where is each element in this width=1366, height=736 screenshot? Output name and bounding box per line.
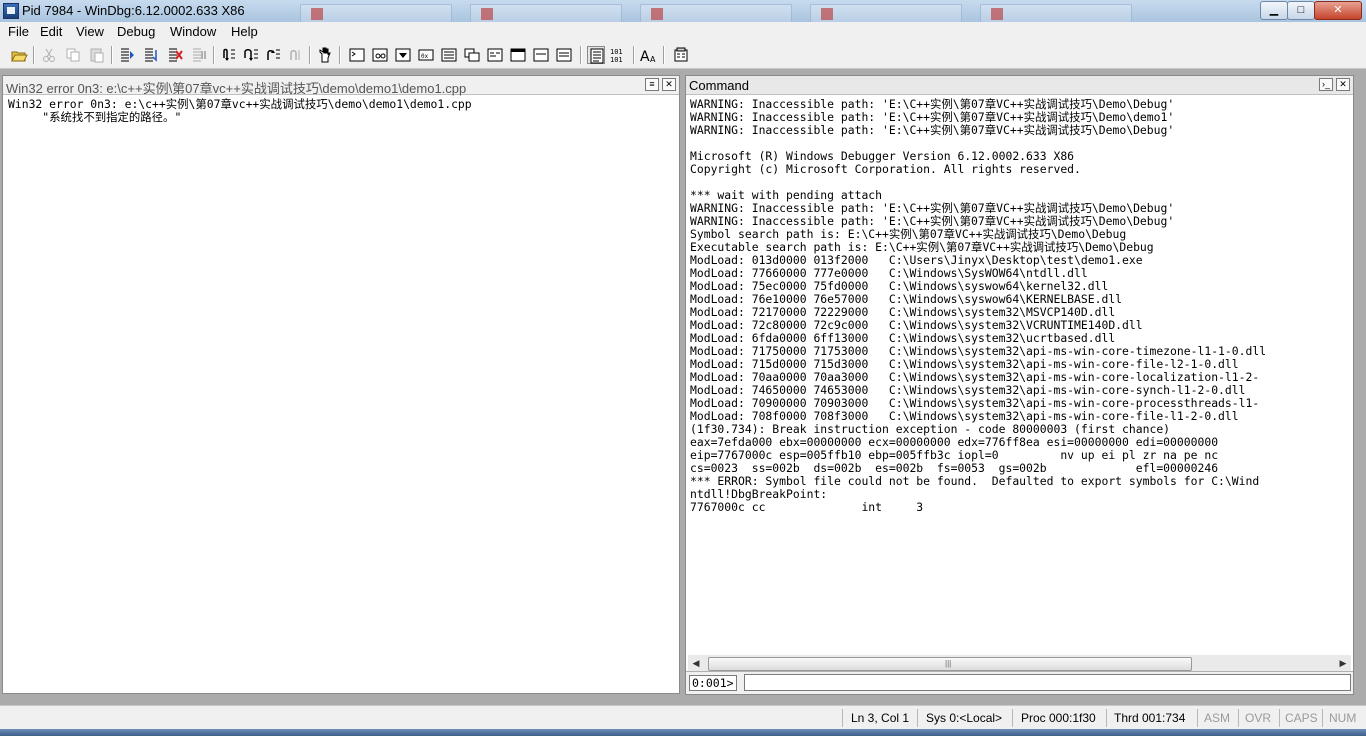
command-input[interactable] xyxy=(744,674,1351,691)
background-tab xyxy=(640,4,792,23)
options-icon[interactable] xyxy=(672,46,690,64)
source-window[interactable]: Win32 error 0n3: e:\c++实例\第07章vc++实战调试技巧… xyxy=(2,75,680,694)
status-ovr: OVR xyxy=(1245,711,1272,725)
status-thread: Thrd 001:734 xyxy=(1114,711,1186,725)
menu-debug[interactable]: Debug xyxy=(115,24,157,39)
disassembly-window-icon[interactable] xyxy=(486,46,504,64)
toolbar: 0x 101 101 AA xyxy=(0,42,1366,69)
window-title: Pid 7984 - WinDbg:6.12.0002.633 X86 xyxy=(22,3,245,18)
source-text-area[interactable]: Win32 error 0n3: e:\c++实例\第07章vc++实战调试技巧… xyxy=(8,98,472,124)
cut-icon[interactable] xyxy=(40,46,58,64)
call-stack-window-icon[interactable] xyxy=(463,46,481,64)
command-window-prompt-icon[interactable]: ›_ xyxy=(1319,78,1333,91)
watch-window-icon[interactable] xyxy=(371,46,389,64)
horizontal-scrollbar[interactable]: ◀ ||| ▶ xyxy=(688,655,1351,672)
scrollbar-thumb[interactable]: ||| xyxy=(708,657,1192,671)
command-window[interactable]: Command ›_ ✕ WARNING: Inaccessible path:… xyxy=(685,75,1354,695)
paste-icon[interactable] xyxy=(88,46,106,64)
status-line-col: Ln 3, Col 1 xyxy=(851,711,910,725)
svg-text:0x: 0x xyxy=(421,53,429,60)
registers-window-icon[interactable]: 0x xyxy=(417,46,435,64)
menu-bar: File Edit View Debug Window Help xyxy=(0,22,1366,42)
status-process: Proc 000:1f30 xyxy=(1021,711,1096,725)
command-output[interactable]: WARNING: Inaccessible path: 'E:\C++实例\第0… xyxy=(690,98,1351,636)
command-window-header: Command ›_ ✕ xyxy=(686,76,1353,95)
breakpoint-icon[interactable] xyxy=(316,46,334,64)
restart-icon[interactable] xyxy=(142,46,160,64)
memory-window-icon[interactable] xyxy=(440,46,458,64)
background-tab xyxy=(470,4,622,23)
scroll-right-icon[interactable]: ▶ xyxy=(1337,657,1349,670)
command-window-icon[interactable] xyxy=(348,46,366,64)
source-line: "系统找不到指定的路径。" xyxy=(8,110,182,124)
source-window-title: Win32 error 0n3: e:\c++实例\第07章vc++实战调试技巧… xyxy=(6,81,467,96)
grip-icon: ||| xyxy=(945,659,952,668)
output-line: 7767000c cc int 3 xyxy=(690,500,924,514)
windbg-app-icon[interactable] xyxy=(3,3,19,19)
output-line: WARNING: Inaccessible path: 'E:\C++实例\第0… xyxy=(690,123,1175,137)
background-tab xyxy=(810,4,962,23)
maximize-button[interactable]: □ xyxy=(1287,1,1315,20)
status-num: NUM xyxy=(1329,711,1357,725)
status-bar: Ln 3, Col 1 Sys 0:<Local> Proc 000:1f30 … xyxy=(0,705,1366,730)
font-icon[interactable]: AA xyxy=(640,46,658,64)
scroll-left-icon[interactable]: ◀ xyxy=(690,657,702,670)
locals-window-icon[interactable] xyxy=(394,46,412,64)
command-window-title: Command xyxy=(689,78,749,93)
close-button[interactable]: ✕ xyxy=(1314,1,1362,20)
background-tab xyxy=(300,4,452,23)
scratch-pad-icon[interactable] xyxy=(509,46,527,64)
source-mode-icon[interactable] xyxy=(587,46,605,64)
step-out-icon[interactable] xyxy=(264,46,282,64)
source-window-menu-icon[interactable]: ≡ xyxy=(645,78,659,91)
processes-threads-icon[interactable] xyxy=(532,46,550,64)
menu-view[interactable]: View xyxy=(74,24,106,39)
stop-debugging-icon[interactable] xyxy=(166,46,184,64)
title-bar: Pid 7984 - WinDbg:6.12.0002.633 X86 ▁ □ … xyxy=(0,0,1366,23)
step-into-icon[interactable] xyxy=(220,46,238,64)
menu-edit[interactable]: Edit xyxy=(38,24,64,39)
hex-mode-icon[interactable]: 101 101 xyxy=(610,46,628,64)
status-caps: CAPS xyxy=(1285,711,1318,725)
menu-window[interactable]: Window xyxy=(168,24,218,39)
svg-text:101: 101 xyxy=(610,56,623,64)
status-asm: ASM xyxy=(1204,711,1231,725)
background-tab xyxy=(980,4,1132,23)
command-browser-icon[interactable] xyxy=(555,46,573,64)
svg-text:A: A xyxy=(650,55,656,64)
command-window-close-icon[interactable]: ✕ xyxy=(1336,78,1350,91)
step-over-icon[interactable] xyxy=(242,46,260,64)
command-prompt-row: 0:001> xyxy=(686,671,1353,694)
source-window-header: Win32 error 0n3: e:\c++实例\第07章vc++实战调试技巧… xyxy=(3,76,679,96)
run-to-cursor-icon[interactable] xyxy=(287,46,305,64)
svg-text:A: A xyxy=(640,49,650,64)
status-system: Sys 0:<Local> xyxy=(926,711,1003,725)
minimize-button[interactable]: ▁ xyxy=(1260,1,1288,20)
menu-help[interactable]: Help xyxy=(229,24,260,39)
go-icon[interactable] xyxy=(118,46,136,64)
open-icon[interactable] xyxy=(10,46,28,64)
source-window-close-icon[interactable]: ✕ xyxy=(662,78,676,91)
windows-taskbar xyxy=(0,729,1366,736)
menu-file[interactable]: File xyxy=(6,24,31,39)
svg-text:101: 101 xyxy=(610,48,623,56)
copy-icon[interactable] xyxy=(64,46,82,64)
command-prompt-label: 0:001> xyxy=(689,675,737,691)
output-line: Copyright (c) Microsoft Corporation. All… xyxy=(690,162,1081,176)
break-icon[interactable] xyxy=(190,46,208,64)
